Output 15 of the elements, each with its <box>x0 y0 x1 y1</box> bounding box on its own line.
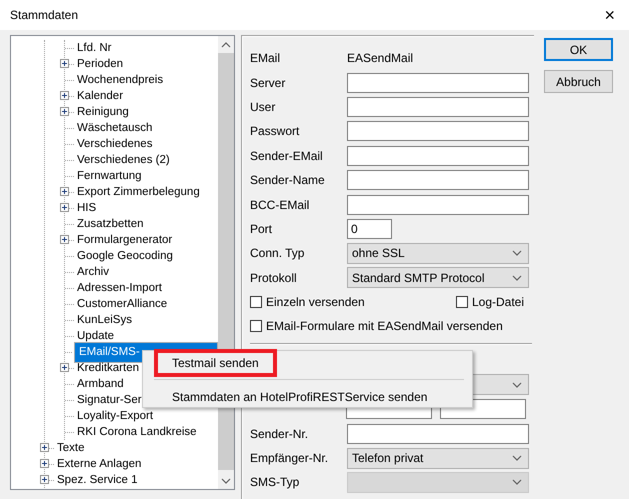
field-label: Protokoll <box>250 270 298 285</box>
field-label: SMS-Typ <box>250 475 300 490</box>
window-title: Stammdaten <box>10 8 78 22</box>
field-label: EMail <box>250 51 282 66</box>
field-value: EASendMail <box>347 51 414 66</box>
field-label: Port <box>250 222 274 236</box>
field-label: Sender-Nr. <box>250 426 310 441</box>
field-label: Passwort <box>250 124 300 138</box>
field-label: Conn. Typ <box>250 246 306 260</box>
field-label: Sender-EMail <box>250 148 324 163</box>
field-label: Server <box>250 76 286 90</box>
field-label: Sender-Name <box>250 173 326 188</box>
field-label: User <box>250 100 276 114</box>
field-label: Empfänger-Nr. <box>250 451 330 466</box>
field-label: BCC-EMail <box>250 198 310 212</box>
